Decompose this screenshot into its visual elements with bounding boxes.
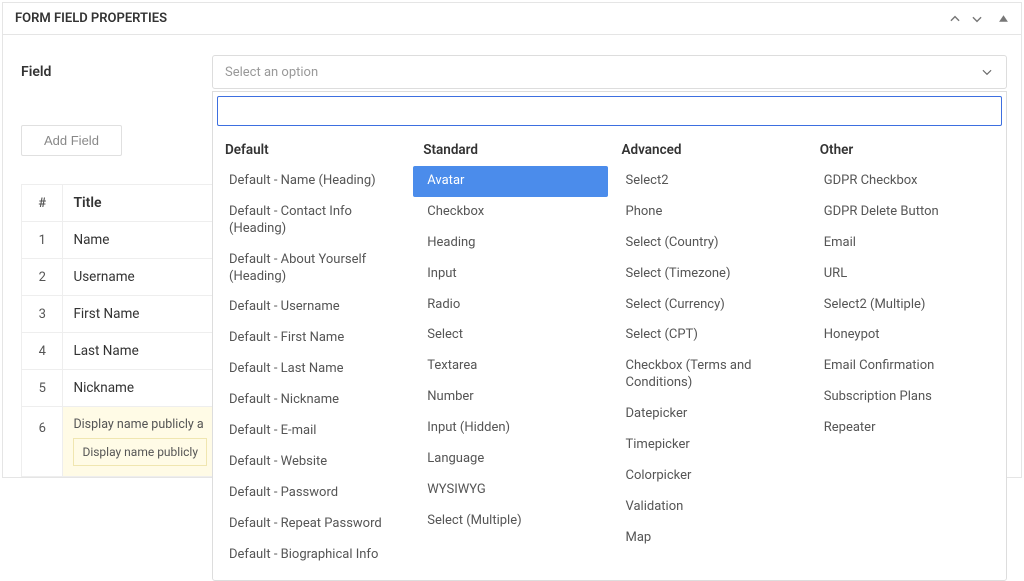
option-select2-multiple[interactable]: Select2 (Multiple) — [810, 290, 1004, 321]
option-select2[interactable]: Select2 — [612, 166, 806, 197]
option-radio[interactable]: Radio — [413, 290, 607, 321]
cell-title-text: Display name publicly a — [73, 417, 203, 432]
option-language[interactable]: Language — [413, 444, 607, 475]
option-avatar[interactable]: Avatar — [413, 166, 607, 197]
option-url[interactable]: URL — [810, 259, 1004, 290]
fields-table: # Title 1 Name 2 Username — [21, 184, 218, 477]
option-default-contact-info-heading[interactable]: Default - Contact Info (Heading) — [215, 197, 409, 245]
table-row[interactable]: 1 Name — [22, 222, 218, 259]
option-default-first-name[interactable]: Default - First Name — [215, 323, 409, 354]
option-timepicker[interactable]: Timepicker — [612, 430, 806, 461]
option-colorpicker[interactable]: Colorpicker — [612, 461, 806, 492]
option-gdpr-delete-button[interactable]: GDPR Delete Button — [810, 197, 1004, 228]
option-phone[interactable]: Phone — [612, 197, 806, 228]
option-select-multiple[interactable]: Select (Multiple) — [413, 506, 607, 537]
option-repeater[interactable]: Repeater — [810, 413, 1004, 444]
table-row[interactable]: 2 Username — [22, 259, 218, 296]
cell-num: 4 — [22, 333, 63, 370]
dropdown-search-input[interactable] — [217, 96, 1002, 126]
option-number[interactable]: Number — [413, 382, 607, 413]
group-default: Default Default - Name (Heading) Default… — [213, 136, 411, 570]
cell-title: Username — [63, 259, 218, 296]
dropdown-columns: Default Default - Name (Heading) Default… — [213, 130, 1006, 570]
option-honeypot[interactable]: Honeypot — [810, 320, 1004, 351]
option-validation[interactable]: Validation — [612, 492, 806, 523]
form-field-properties-panel: FORM FIELD PROPERTIES Field Select an op… — [2, 2, 1022, 478]
option-select-cpt[interactable]: Select (CPT) — [612, 320, 806, 351]
panel-header: FORM FIELD PROPERTIES — [3, 3, 1021, 35]
table-row[interactable]: 5 Nickname — [22, 370, 218, 407]
cell-title: Nickname — [63, 370, 218, 407]
option-checkbox[interactable]: Checkbox — [413, 197, 607, 228]
add-field-button[interactable]: Add Field — [21, 125, 122, 156]
option-default-name-heading[interactable]: Default - Name (Heading) — [215, 166, 409, 197]
cell-num: 3 — [22, 296, 63, 333]
option-default-email[interactable]: Default - E-mail — [215, 416, 409, 447]
group-label: Other — [810, 136, 1004, 166]
option-gdpr-checkbox[interactable]: GDPR Checkbox — [810, 166, 1004, 197]
cell-num: 5 — [22, 370, 63, 407]
cell-title-warn: Display name publicly a Display name pub… — [63, 407, 218, 477]
cell-title: First Name — [63, 296, 218, 333]
field-select-trigger[interactable]: Select an option — [212, 55, 1007, 89]
option-datepicker[interactable]: Datepicker — [612, 399, 806, 430]
option-select[interactable]: Select — [413, 320, 607, 351]
group-standard: Standard Avatar Checkbox Heading Input R… — [411, 136, 609, 570]
group-other: Other GDPR Checkbox GDPR Delete Button E… — [808, 136, 1006, 570]
chevron-up-icon[interactable] — [948, 12, 962, 26]
option-map[interactable]: Map — [612, 523, 806, 554]
panel-title: FORM FIELD PROPERTIES — [15, 11, 167, 26]
field-select-dropdown: Default Default - Name (Heading) Default… — [212, 91, 1007, 581]
cell-num: 1 — [22, 222, 63, 259]
table-header-row: # Title — [22, 185, 218, 222]
option-input[interactable]: Input — [413, 259, 607, 290]
group-advanced: Advanced Select2 Phone Select (Country) … — [610, 136, 808, 570]
dropdown-search-wrap — [213, 92, 1006, 130]
table-row[interactable]: 6 Display name publicly a Display name p… — [22, 407, 218, 477]
option-wysiwyg[interactable]: WYSIWYG — [413, 475, 607, 506]
cell-title: Name — [63, 222, 218, 259]
option-select-currency[interactable]: Select (Currency) — [612, 290, 806, 321]
option-checkbox-terms[interactable]: Checkbox (Terms and Conditions) — [612, 351, 806, 399]
option-email[interactable]: Email — [810, 228, 1004, 259]
cell-title: Last Name — [63, 333, 218, 370]
option-textarea[interactable]: Textarea — [413, 351, 607, 382]
option-select-timezone[interactable]: Select (Timezone) — [612, 259, 806, 290]
warning-chip: Display name publicly — [73, 438, 207, 466]
option-subscription-plans[interactable]: Subscription Plans — [810, 382, 1004, 413]
chevron-down-icon[interactable] — [970, 12, 984, 26]
option-email-confirmation[interactable]: Email Confirmation — [810, 351, 1004, 382]
table-row[interactable]: 3 First Name — [22, 296, 218, 333]
field-row: Field Select an option Default Default -… — [17, 55, 1007, 89]
option-default-nickname[interactable]: Default - Nickname — [215, 385, 409, 416]
option-heading[interactable]: Heading — [413, 228, 607, 259]
group-label: Default — [215, 136, 409, 166]
panel-header-controls — [948, 12, 1009, 26]
option-select-country[interactable]: Select (Country) — [612, 228, 806, 259]
option-default-repeat-password[interactable]: Default - Repeat Password — [215, 509, 409, 540]
option-default-biographical-info[interactable]: Default - Biographical Info — [215, 540, 409, 571]
option-default-about-yourself-heading[interactable]: Default - About Yourself (Heading) — [215, 245, 409, 293]
field-select: Select an option Default Default - Name … — [212, 55, 1007, 89]
caret-up-icon[interactable] — [998, 13, 1009, 24]
field-select-placeholder: Select an option — [225, 65, 318, 80]
cell-num: 2 — [22, 259, 63, 296]
option-default-username[interactable]: Default - Username — [215, 292, 409, 323]
panel-body: Field Select an option Default Default -… — [3, 35, 1021, 477]
col-header-num: # — [22, 185, 63, 222]
group-label: Advanced — [612, 136, 806, 166]
group-label: Standard — [413, 136, 607, 166]
left-column: Add Field # Title 1 Name — [17, 125, 230, 477]
col-header-title: Title — [63, 185, 218, 222]
option-default-website[interactable]: Default - Website — [215, 447, 409, 478]
option-input-hidden[interactable]: Input (Hidden) — [413, 413, 607, 444]
option-default-password[interactable]: Default - Password — [215, 478, 409, 509]
table-row[interactable]: 4 Last Name — [22, 333, 218, 370]
option-default-last-name[interactable]: Default - Last Name — [215, 354, 409, 385]
field-label: Field — [17, 64, 212, 80]
cell-num: 6 — [22, 407, 63, 477]
